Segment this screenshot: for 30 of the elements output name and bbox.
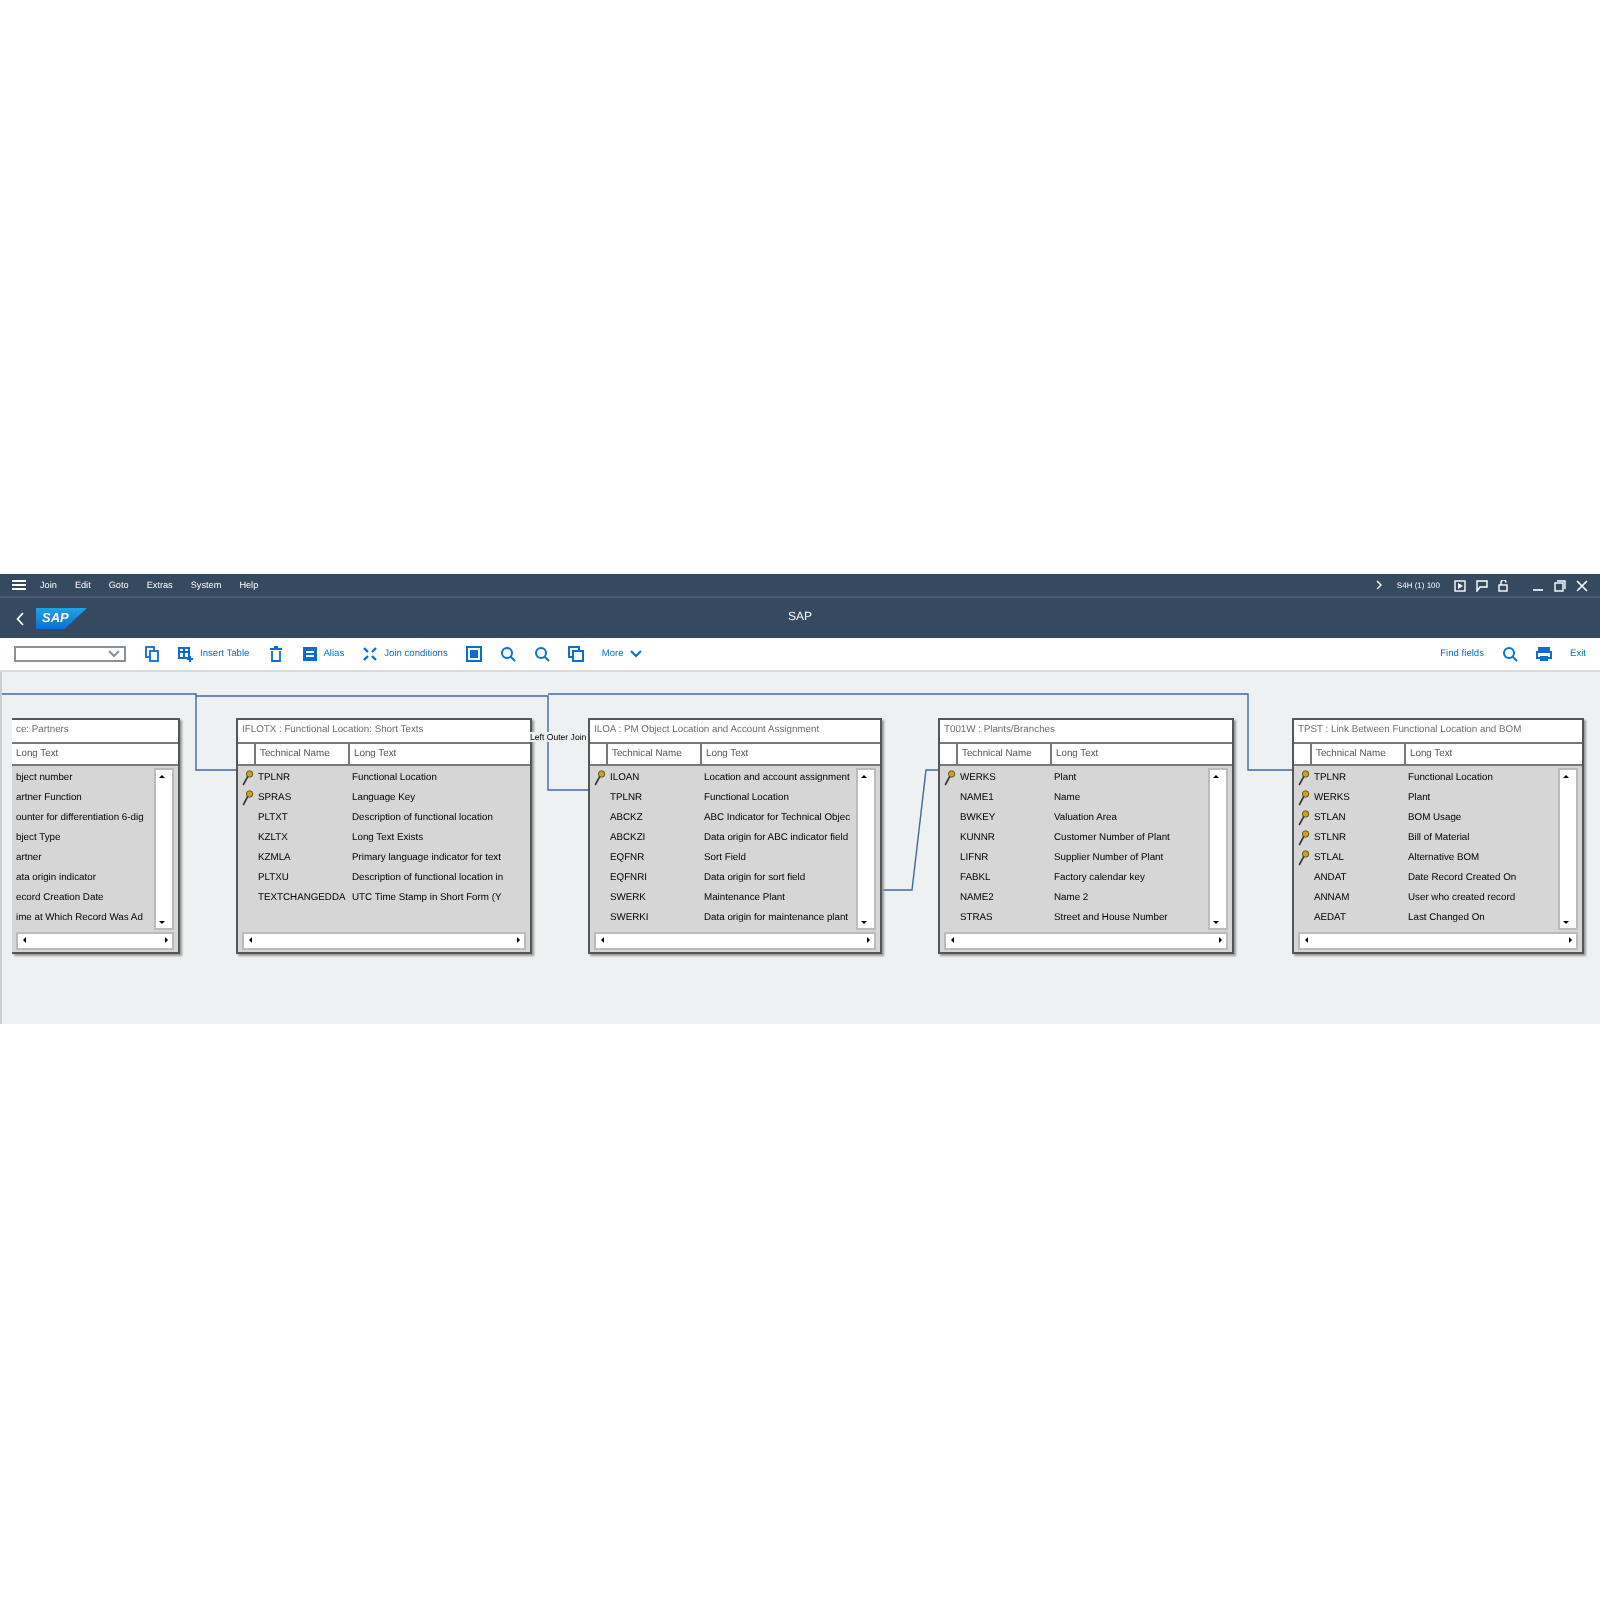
- join-icon: [362, 646, 379, 662]
- layout-icon[interactable]: [465, 646, 482, 662]
- vertical-scrollbar[interactable]: [154, 768, 174, 930]
- vertical-scrollbar[interactable]: [856, 768, 876, 930]
- menu-icon[interactable]: [12, 580, 26, 590]
- zoom-out-icon[interactable]: [533, 646, 550, 662]
- lock-icon[interactable]: [1498, 579, 1510, 591]
- vertical-scrollbar[interactable]: [1208, 768, 1228, 930]
- search-icon[interactable]: [1502, 646, 1518, 662]
- back-icon[interactable]: [16, 611, 24, 625]
- restore-icon[interactable]: [1554, 579, 1566, 591]
- caret-icon: [629, 650, 642, 658]
- dropdown-field[interactable]: [14, 646, 126, 662]
- scroll-up-icon[interactable]: [1210, 770, 1222, 782]
- zoom-in-icon[interactable]: [499, 646, 516, 662]
- fit-icon[interactable]: [567, 646, 584, 662]
- delete-icon[interactable]: [267, 646, 284, 662]
- scroll-up-icon[interactable]: [1560, 770, 1572, 782]
- print-icon[interactable]: [1536, 646, 1552, 662]
- comment-icon[interactable]: [1476, 579, 1488, 591]
- scroll-up-icon[interactable]: [858, 770, 870, 782]
- caret-icon: [108, 650, 120, 658]
- chevron-right-icon[interactable]: [1376, 580, 1383, 590]
- close-icon[interactable]: [1576, 579, 1588, 591]
- play-icon[interactable]: [1454, 579, 1466, 591]
- vertical-scrollbar[interactable]: [1558, 768, 1578, 930]
- list-icon: [301, 646, 318, 662]
- copy-icon[interactable]: [144, 646, 160, 662]
- scroll-up-icon[interactable]: [156, 770, 168, 782]
- table-icon: [178, 646, 194, 662]
